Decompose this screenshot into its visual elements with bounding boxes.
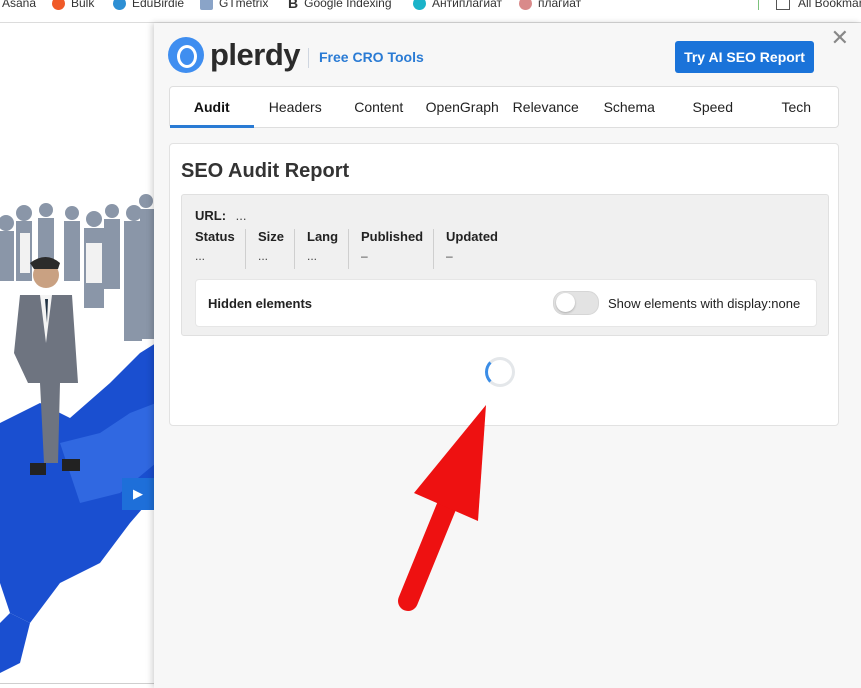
bookmark-label: Asana [2, 0, 37, 10]
tab-schema[interactable]: Schema [588, 87, 672, 127]
meta-label: Lang [307, 229, 339, 244]
video-play-button[interactable]: ▶ [122, 478, 154, 510]
url-value: ... [235, 208, 247, 223]
tab-opengraph[interactable]: OpenGraph [421, 87, 505, 127]
bookmark-label: Bulk [71, 0, 95, 10]
bookmarks-divider [758, 0, 759, 10]
free-cro-tools-link[interactable]: Free CRO Tools [319, 49, 424, 65]
gtmetrix-favicon-icon [200, 0, 213, 10]
meta-label: Size [258, 229, 285, 244]
url-row: URL: ... [195, 208, 247, 223]
meta-value: ... [307, 249, 318, 263]
bookmark-antiplagiat[interactable]: Антиплагиат [413, 0, 502, 12]
tab-bar: Audit Headers Content OpenGraph Relevanc… [169, 86, 839, 128]
meta-value: – [446, 249, 453, 263]
bulk-favicon-icon [52, 0, 65, 10]
page-info-box: URL: ... Status ... Size ... Lang ... Pu… [181, 194, 829, 336]
plerdy-logo-icon [168, 37, 204, 73]
bookmark-label: EduBirdie [132, 0, 185, 10]
bookmark-label: GTmetrix [219, 0, 269, 10]
folder-icon [776, 0, 790, 10]
plerdy-logo[interactable]: plerdy [168, 37, 301, 73]
bookmark-gtmetrix[interactable]: GTmetrix [200, 0, 268, 12]
meta-published: Published – [361, 229, 423, 269]
tab-tech[interactable]: Tech [755, 87, 839, 127]
loading-spinner-icon [485, 357, 515, 387]
header-separator [308, 48, 309, 68]
hidden-elements-row: Hidden elements Show elements with displ… [195, 279, 817, 327]
tab-audit[interactable]: Audit [170, 87, 254, 128]
seo-audit-card: SEO Audit Report URL: ... Status ... Siz… [169, 143, 839, 426]
bookmark-label: Google Indexing [304, 0, 392, 10]
background-webpage: ▶ [0, 23, 156, 688]
bookmark-label: Антиплагиат [432, 0, 502, 10]
meta-updated: Updated – [446, 229, 498, 269]
meta-size: Size ... [258, 229, 284, 269]
edubirdie-favicon-icon [113, 0, 126, 10]
all-bookmarks-label: All Bookmarks [798, 0, 861, 10]
toggle-knob [556, 293, 575, 312]
antiplagiat-favicon-icon [413, 0, 426, 10]
close-button[interactable]: ✕ [831, 27, 849, 49]
meta-lang: Lang ... [307, 229, 338, 269]
bookmark-google-indexing[interactable]: B Google Indexing [288, 0, 392, 12]
try-ai-seo-report-button[interactable]: Try AI SEO Report [675, 41, 814, 73]
page-divider [0, 683, 154, 684]
logo-text: plerdy [210, 37, 301, 72]
meta-value: ... [258, 249, 269, 263]
tab-relevance[interactable]: Relevance [504, 87, 588, 127]
meta-divider [348, 229, 349, 269]
meta-value: – [361, 249, 368, 263]
toggle-description: Show elements with display:none [608, 296, 801, 311]
url-label: URL: [195, 208, 227, 223]
bookmark-bulk[interactable]: Bulk [52, 0, 94, 12]
bookmarks-bar: Asana Bulk EduBirdie GTmetrix B Google I… [0, 0, 861, 23]
bookmark-label: плагиат [538, 0, 582, 10]
bookmark-edubirdie[interactable]: EduBirdie [113, 0, 184, 12]
red-arrow-annotation [398, 405, 486, 611]
people-world-map-image [0, 194, 156, 673]
hidden-elements-label: Hidden elements [208, 296, 313, 311]
show-hidden-toggle[interactable] [553, 291, 599, 315]
b-favicon-icon: B [288, 0, 299, 11]
tab-content[interactable]: Content [337, 87, 421, 127]
bookmark-asana[interactable]: Asana [2, 0, 36, 12]
meta-label: Status [195, 229, 235, 244]
tab-speed[interactable]: Speed [671, 87, 755, 127]
tab-headers[interactable]: Headers [254, 87, 338, 127]
meta-divider [433, 229, 434, 269]
bookmark-plagiat[interactable]: плагиат [519, 0, 581, 12]
card-title: SEO Audit Report [181, 160, 350, 182]
meta-label: Updated [446, 229, 498, 244]
all-bookmarks[interactable]: All Bookmarks [776, 0, 861, 12]
meta-divider [294, 229, 295, 269]
meta-label: Published [361, 229, 424, 244]
plerdy-panel: ✕ plerdy Free CRO Tools Try AI SEO Repor… [154, 23, 861, 688]
meta-divider [245, 229, 246, 269]
plagiat-favicon-icon [519, 0, 532, 10]
meta-status: Status ... [195, 229, 235, 269]
meta-value: ... [195, 249, 206, 263]
